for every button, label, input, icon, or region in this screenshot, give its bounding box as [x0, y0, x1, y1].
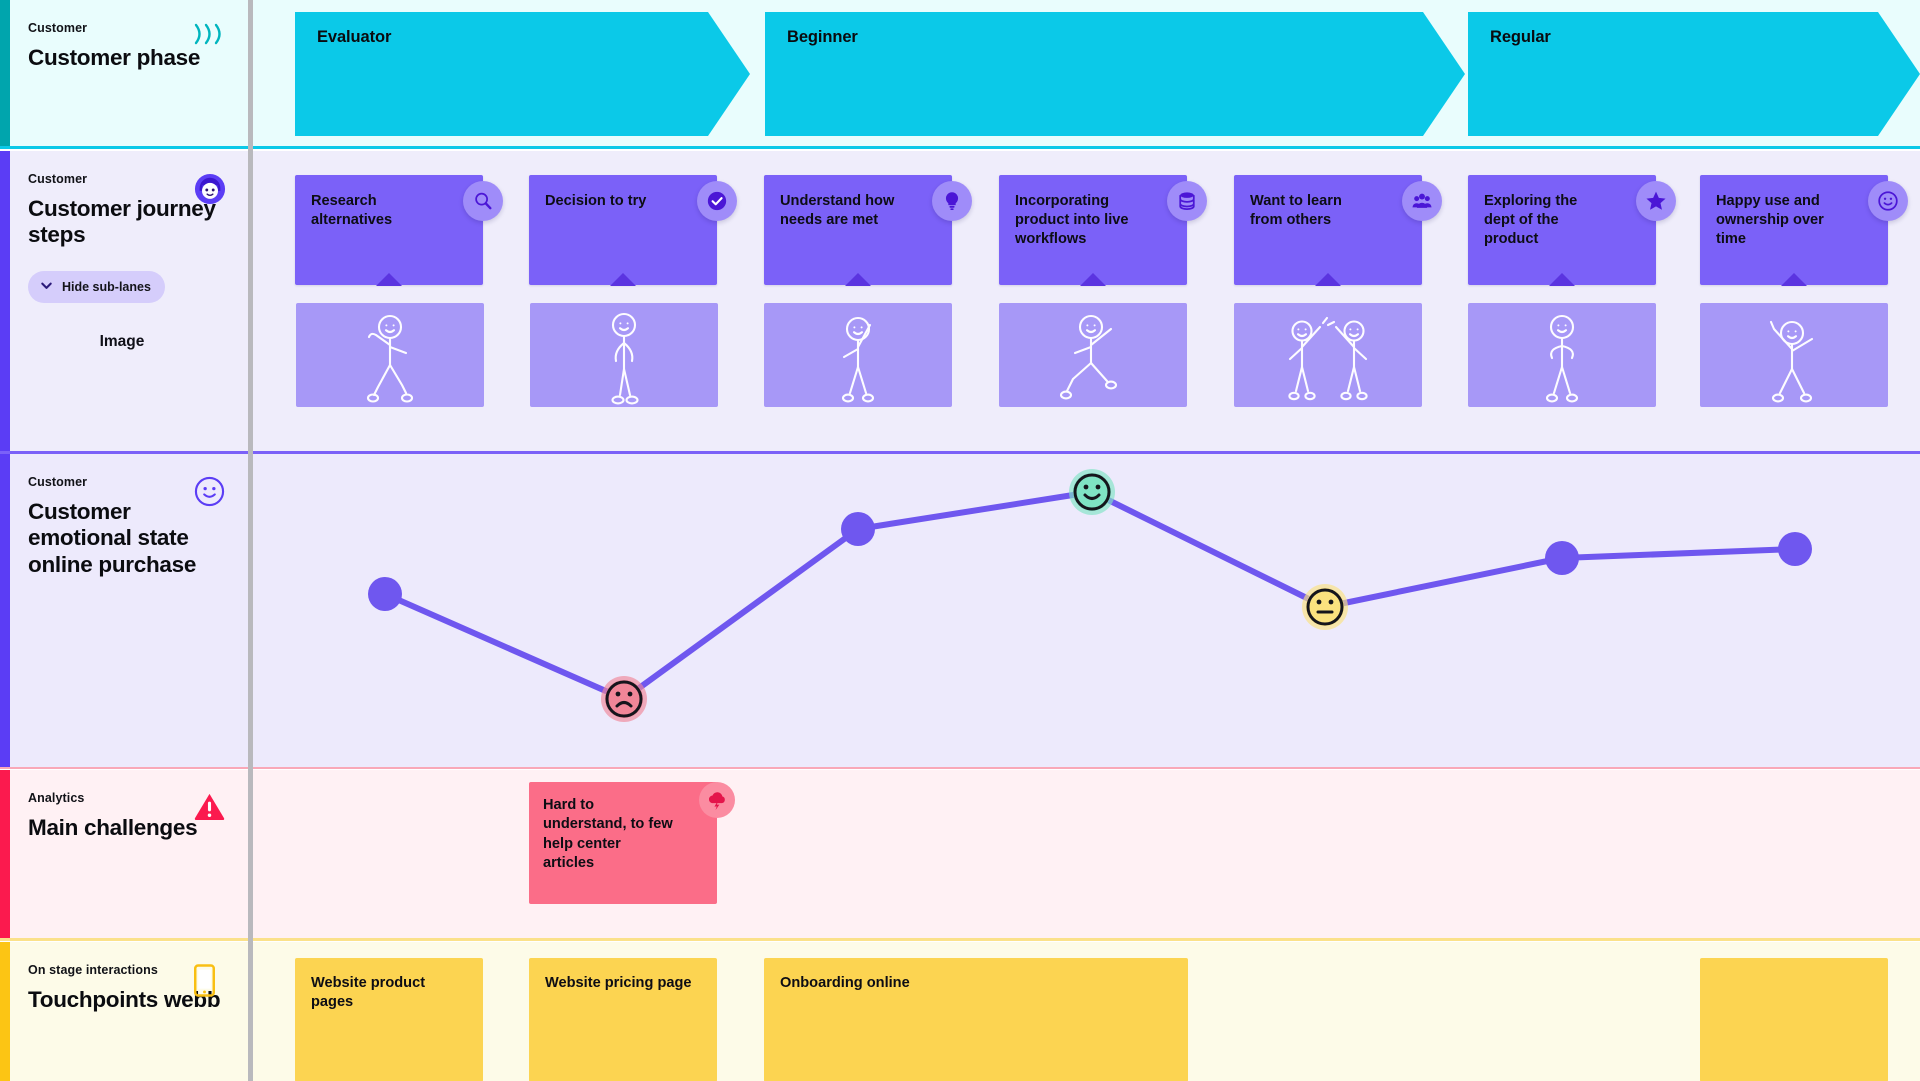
step-card-notch	[610, 273, 636, 286]
journey-step-label: Understand how needs are met	[780, 193, 895, 228]
phase-label: Beginner	[787, 28, 858, 46]
emotion-point-dot[interactable]	[368, 577, 402, 611]
two-stick-figures-high-five	[1288, 316, 1368, 401]
journey-map-board: Customer Customer phase Evaluator Beginne…	[0, 0, 1920, 1081]
journey-step-image-card[interactable]	[1468, 303, 1656, 407]
phase-chevron[interactable]: Beginner	[765, 12, 1465, 136]
emotion-point-happy-face[interactable]	[1069, 469, 1115, 515]
journey-step-card[interactable]: Decision to try	[529, 175, 737, 286]
touchpoint-card[interactable]	[1700, 958, 1888, 1081]
phase-chevron[interactable]: Regular	[1468, 12, 1920, 136]
journey-step-card[interactable]: Incorporating product into live workflow…	[999, 175, 1207, 286]
lane-body-main-challenges	[250, 770, 1920, 940]
check-circle-icon[interactable]	[697, 181, 737, 221]
stick-figure-waving	[366, 314, 414, 403]
journey-step-label: Want to learn from others	[1250, 193, 1342, 228]
emotion-point-dot[interactable]	[1778, 532, 1812, 566]
emotion-point-dot[interactable]	[841, 512, 875, 546]
challenge-label: Hard to understand, to few help center a…	[543, 797, 673, 871]
journey-step-card[interactable]: Want to learn from others	[1234, 175, 1442, 286]
emotion-curve-line	[382, 489, 1798, 702]
lane-accent-bar	[0, 770, 10, 940]
lightbulb-icon[interactable]	[932, 181, 972, 221]
emotion-curve-chart	[368, 469, 1812, 722]
lane-header-main-challenges[interactable]: Analytics Main challenges	[0, 770, 250, 940]
header-column-separator	[248, 0, 253, 1081]
journey-step-image-card[interactable]	[1700, 303, 1888, 407]
journey-step-label: Decision to try	[545, 193, 647, 209]
stick-figure-hands-on-hips	[1545, 314, 1579, 403]
journey-step-label: Incorporating product into live workflow…	[1015, 193, 1129, 247]
phase-label: Evaluator	[317, 28, 392, 46]
journey-step-image-card[interactable]	[530, 303, 718, 407]
journey-step-card[interactable]: Happy use and ownership over time	[1700, 175, 1908, 286]
smiley-icon[interactable]	[1868, 181, 1908, 221]
journey-step-image-card[interactable]	[999, 303, 1187, 407]
database-icon[interactable]	[1167, 181, 1207, 221]
step-card-notch	[1080, 273, 1106, 286]
stick-figure-celebrating	[1769, 320, 1814, 403]
touchpoint-card[interactable]: Onboarding online	[764, 958, 1188, 1081]
star-icon[interactable]	[1636, 181, 1676, 221]
touchpoint-card[interactable]: Website pricing page	[529, 958, 717, 1081]
lane-divider-challenges	[0, 938, 1920, 941]
touchpoint-label: Onboarding online	[780, 975, 910, 991]
journey-step-image-card[interactable]	[1234, 303, 1422, 407]
storm-cloud-icon[interactable]	[699, 782, 735, 818]
touchpoint-card-row: Website product pages Website pricing pag…	[0, 942, 1920, 1081]
journey-step-label: Happy use and ownership over time	[1716, 193, 1824, 247]
journey-step-card[interactable]: Research alternatives	[295, 175, 503, 286]
lane-divider-phase	[0, 146, 1920, 149]
journey-step-label: Research alternatives	[311, 193, 393, 228]
touchpoint-label: Website pricing page	[545, 975, 692, 991]
step-card-notch	[1781, 273, 1807, 286]
phase-chevron[interactable]: Evaluator	[295, 12, 750, 136]
stick-figure-raising-hand	[841, 316, 875, 403]
journey-step-card[interactable]: Exploring the dept of the product	[1468, 175, 1676, 286]
journey-step-label: Exploring the dept of the product	[1484, 193, 1578, 247]
journey-step-card[interactable]: Understand how needs are met	[764, 175, 972, 286]
emotion-point-neutral-face[interactable]	[1302, 584, 1348, 630]
step-card-notch	[1315, 273, 1341, 286]
warning-triangle-icon	[194, 792, 228, 826]
people-group-icon[interactable]	[1402, 181, 1442, 221]
lane-main-challenges: Analytics Main challenges	[0, 770, 1920, 940]
magnifier-icon[interactable]	[463, 181, 503, 221]
stick-figure-standing	[611, 312, 639, 405]
journey-step-image-card[interactable]	[296, 303, 484, 407]
challenge-card[interactable]: Hard to understand, to few help center a…	[529, 782, 735, 904]
emotion-point-sad-face[interactable]	[601, 676, 647, 722]
journey-step-image-card[interactable]	[764, 303, 952, 407]
emotion-point-dot[interactable]	[1545, 541, 1579, 575]
step-card-notch	[1549, 273, 1575, 286]
phase-label: Regular	[1490, 28, 1551, 46]
touchpoint-card[interactable]: Website product pages	[295, 958, 483, 1081]
phase-chevron-row: Evaluator Beginner Regular	[0, 0, 1920, 148]
journey-step-card-row: Research alternatives Decision to try Un…	[0, 151, 1920, 453]
stick-figure-kicking	[1059, 314, 1118, 400]
step-card-notch	[376, 273, 402, 286]
step-card-notch	[845, 273, 871, 286]
lane-divider-emotion	[0, 767, 1920, 769]
touchpoint-label: Website product pages	[311, 975, 426, 1011]
